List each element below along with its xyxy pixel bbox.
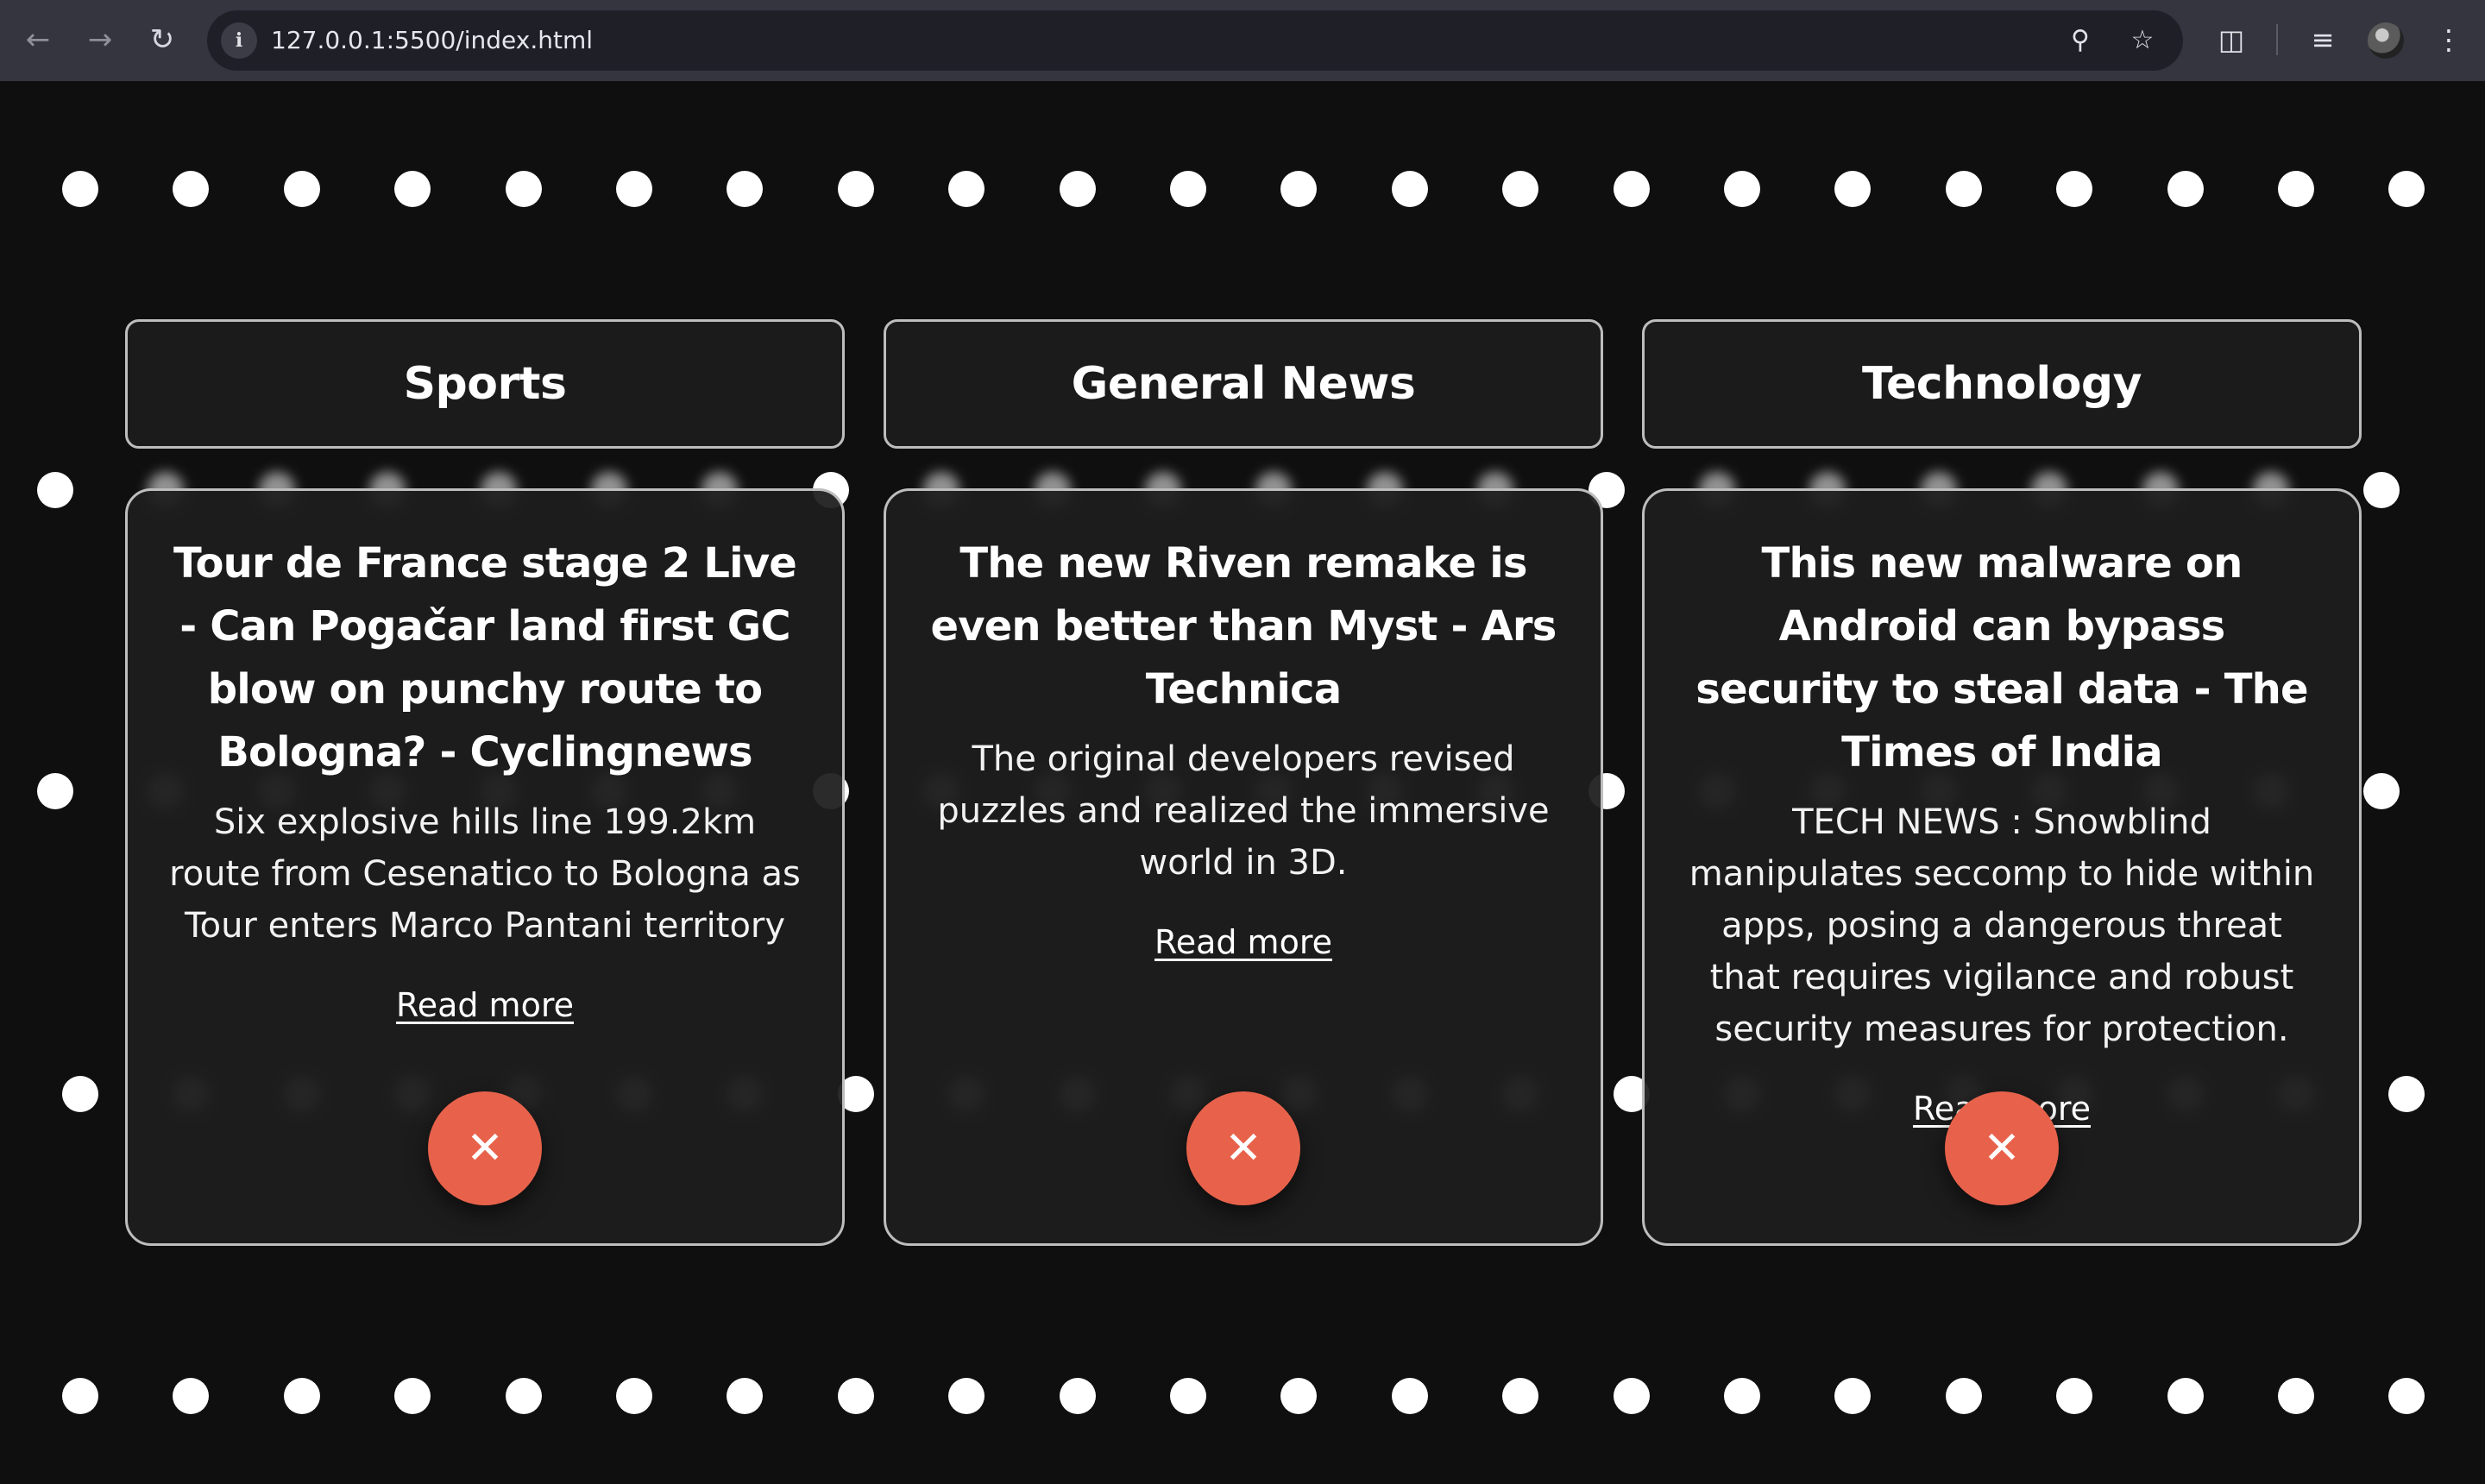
heading-text: Sports <box>403 358 567 410</box>
background-dot <box>1391 1378 1428 1414</box>
news-card: The new Riven remake is even better than… <box>884 488 1603 1246</box>
background-dot <box>727 1378 764 1414</box>
background-dot <box>173 171 210 207</box>
background-dot <box>505 171 542 207</box>
menu-icon[interactable]: ⋮ <box>2428 19 2469 60</box>
reading-list-icon[interactable]: ≡ <box>2302 19 2343 60</box>
background-dot <box>2167 171 2204 207</box>
background-dot <box>2363 472 2400 508</box>
background-dot <box>1834 1378 1872 1414</box>
background-dot <box>394 1378 431 1414</box>
background-dot <box>1391 171 1428 207</box>
card-title: Tour de France stage 2 Live - Can Pogača… <box>173 539 797 777</box>
card-title: This new malware on Android can bypass s… <box>1695 539 2308 777</box>
zoom-icon[interactable]: ⚲ <box>2064 24 2097 57</box>
background-dot <box>2278 1378 2314 1414</box>
background-dot <box>2056 1378 2093 1414</box>
card-description: TECH NEWS : Snowblind manipulates seccom… <box>1689 802 2315 1049</box>
url-text[interactable]: 127.0.0.1:5500/index.html <box>271 26 593 55</box>
close-icon: ✕ <box>1983 1122 2021 1174</box>
column-heading: Sports <box>125 319 845 449</box>
background-dot <box>1170 171 1206 207</box>
heading-text: Technology <box>1861 358 2142 410</box>
background-dot <box>1613 171 1650 207</box>
background-dot <box>1724 171 1760 207</box>
background-dot <box>1724 1378 1760 1414</box>
background-dot <box>1502 1378 1539 1414</box>
background-dot <box>2363 773 2400 809</box>
background-dot <box>37 773 73 809</box>
background-dot <box>1613 1378 1650 1414</box>
background-dot <box>1280 171 1318 207</box>
close-button[interactable]: ✕ <box>428 1091 542 1205</box>
page-viewport: Sports Tour de France stage 2 Live - Can… <box>0 81 2485 1484</box>
background-dot <box>37 472 73 508</box>
heading-text: General News <box>1071 358 1416 410</box>
close-icon: ✕ <box>466 1122 504 1174</box>
background-dot <box>2388 1378 2425 1414</box>
close-icon: ✕ <box>1224 1122 1262 1174</box>
background-dot <box>1945 1378 1982 1414</box>
column-sports: Sports Tour de France stage 2 Live - Can… <box>125 319 845 1246</box>
back-icon[interactable]: ← <box>17 19 59 60</box>
reload-icon[interactable]: ↻ <box>142 19 183 60</box>
background-dot <box>948 171 985 207</box>
read-more-link[interactable]: Read more <box>1154 923 1332 961</box>
background-dot <box>948 1378 985 1414</box>
toolbar-divider <box>2276 24 2278 55</box>
background-dot <box>62 1076 98 1112</box>
background-dot <box>616 171 652 207</box>
background-dot <box>1280 1378 1318 1414</box>
card-description: The original developers revised puzzles … <box>937 739 1550 883</box>
background-dot <box>2167 1378 2204 1414</box>
background-dot <box>62 1378 98 1414</box>
background-dot <box>2056 171 2093 207</box>
card-title: The new Riven remake is even better than… <box>930 539 1557 714</box>
column-heading: Technology <box>1642 319 2362 449</box>
column-heading: General News <box>884 319 1603 449</box>
background-dot <box>1170 1378 1206 1414</box>
background-dot <box>837 1378 874 1414</box>
background-dot <box>283 171 320 207</box>
background-dot <box>173 1378 210 1414</box>
background-dot <box>283 1378 320 1414</box>
card-description: Six explosive hills line 199.2km route f… <box>169 802 801 946</box>
background-dot <box>1945 171 1982 207</box>
news-card: This new malware on Android can bypass s… <box>1642 488 2362 1246</box>
background-dot <box>727 171 764 207</box>
background-dot <box>2388 1076 2425 1112</box>
background-dot <box>2278 171 2314 207</box>
profile-avatar[interactable] <box>2368 22 2404 59</box>
background-dot <box>1059 171 1096 207</box>
background-dot <box>505 1378 542 1414</box>
column-general-news: General News The new Riven remake is eve… <box>884 319 1603 1246</box>
background-dot <box>1834 171 1872 207</box>
background-dot <box>2388 171 2425 207</box>
news-card: Tour de France stage 2 Live - Can Pogača… <box>125 488 845 1246</box>
bookmark-star-icon[interactable]: ☆ <box>2126 24 2159 57</box>
read-more-link[interactable]: Read more <box>396 986 574 1024</box>
close-button[interactable]: ✕ <box>1945 1091 2059 1205</box>
background-dot <box>837 171 874 207</box>
background-dot <box>1502 171 1539 207</box>
address-bar[interactable]: i 127.0.0.1:5500/index.html ⚲ ☆ <box>207 10 2183 71</box>
column-technology: Technology This new malware on Android c… <box>1642 319 2362 1246</box>
site-info-icon[interactable]: i <box>221 22 257 59</box>
close-button[interactable]: ✕ <box>1186 1091 1300 1205</box>
background-dot <box>62 171 98 207</box>
background-dot <box>394 171 431 207</box>
browser-toolbar: ← → ↻ i 127.0.0.1:5500/index.html ⚲ ☆ ◫ … <box>0 0 2485 81</box>
forward-icon[interactable]: → <box>79 19 121 60</box>
background-dot <box>1059 1378 1096 1414</box>
background-dot <box>616 1378 652 1414</box>
extensions-icon[interactable]: ◫ <box>2211 19 2252 60</box>
